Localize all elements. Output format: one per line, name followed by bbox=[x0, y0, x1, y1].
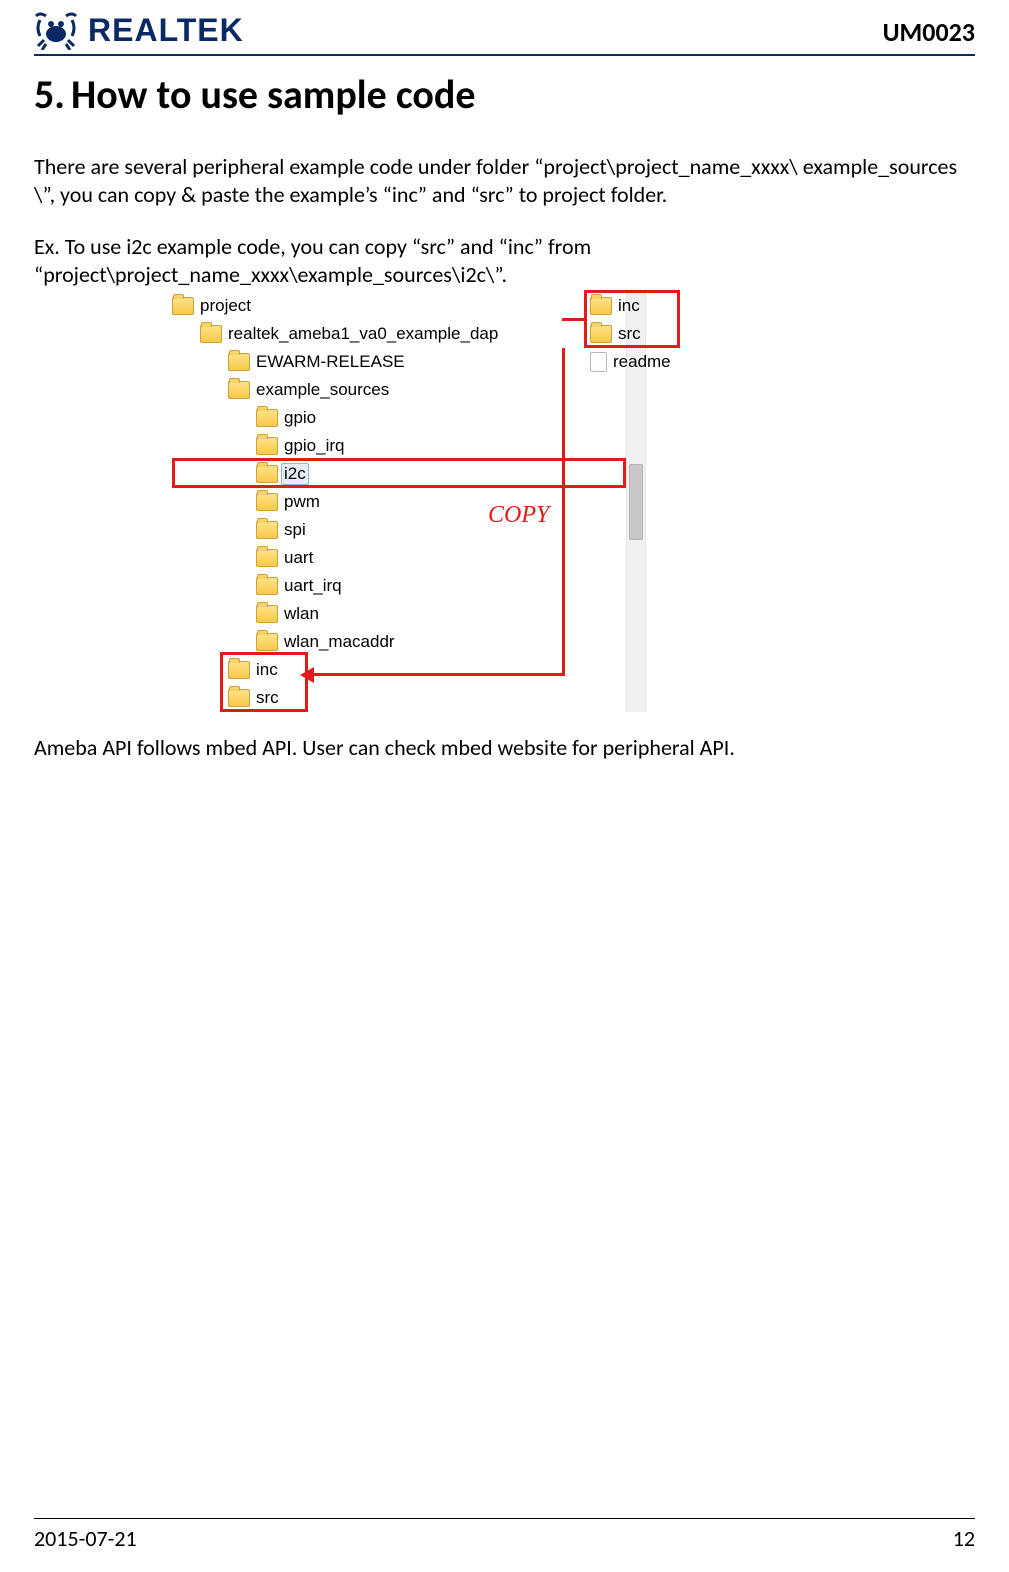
tree-node-project[interactable]: project bbox=[172, 292, 872, 320]
tree-node-dest-src[interactable]: src bbox=[172, 684, 872, 712]
file-icon bbox=[590, 352, 607, 372]
brand-text: REALTEK bbox=[88, 12, 244, 49]
folder-icon bbox=[256, 409, 278, 427]
page-footer: 2015-07-21 12 bbox=[34, 1518, 975, 1552]
tree-node-wlan[interactable]: wlan bbox=[172, 600, 872, 628]
tree-node-i2c[interactable]: i2c bbox=[172, 460, 872, 488]
document-page: REALTEK UM0023 5.How to use sample code … bbox=[0, 0, 1009, 1572]
tree-node-dest-inc[interactable]: inc bbox=[172, 656, 872, 684]
paragraph-1: There are several peripheral example cod… bbox=[34, 153, 975, 209]
tree-node-example-sources[interactable]: example_sources bbox=[172, 376, 872, 404]
tree-node-realtek[interactable]: realtek_ameba1_va0_example_dap bbox=[172, 320, 872, 348]
page-header: REALTEK UM0023 bbox=[34, 0, 975, 50]
folder-icon bbox=[256, 633, 278, 651]
folder-icon bbox=[590, 297, 612, 315]
paragraph-2: Ex. To use i2c example code, you can cop… bbox=[34, 233, 975, 289]
folder-icon bbox=[256, 437, 278, 455]
paragraph-3: Ameba API follows mbed API. User can che… bbox=[34, 734, 975, 762]
tree-node-gpio[interactable]: gpio bbox=[172, 404, 872, 432]
tree-node-wlan-macaddr[interactable]: wlan_macaddr bbox=[172, 628, 872, 656]
folder-icon bbox=[256, 465, 278, 483]
folder-icon bbox=[172, 297, 194, 315]
tree-node-uart[interactable]: uart bbox=[172, 544, 872, 572]
i2c-contents: inc src readme bbox=[590, 292, 720, 376]
folder-icon bbox=[590, 325, 612, 343]
folder-icon bbox=[228, 661, 250, 679]
folder-icon bbox=[228, 353, 250, 371]
footer-date: 2015-07-21 bbox=[34, 1525, 137, 1552]
explorer-figure: project realtek_ameba1_va0_example_dap E… bbox=[172, 292, 872, 712]
folder-icon bbox=[256, 549, 278, 567]
tree-node-gpio-irq[interactable]: gpio_irq bbox=[172, 432, 872, 460]
brand-block: REALTEK bbox=[34, 10, 244, 50]
realtek-crab-icon bbox=[34, 10, 78, 50]
section-title: How to use sample code bbox=[71, 70, 476, 119]
scrollbar-thumb[interactable] bbox=[629, 464, 643, 540]
src-file-readme[interactable]: readme bbox=[590, 348, 720, 376]
doc-id: UM0023 bbox=[883, 16, 975, 50]
header-rule bbox=[34, 54, 975, 56]
folder-icon bbox=[200, 325, 222, 343]
folder-icon bbox=[256, 577, 278, 595]
folder-icon bbox=[228, 381, 250, 399]
tree-node-uart-irq[interactable]: uart_irq bbox=[172, 572, 872, 600]
copy-label: COPY bbox=[488, 502, 549, 529]
footer-rule bbox=[34, 1518, 975, 1519]
section-number: 5. bbox=[34, 70, 65, 119]
red-arrowhead-icon bbox=[300, 667, 314, 683]
folder-icon bbox=[256, 493, 278, 511]
folder-icon bbox=[256, 521, 278, 539]
folder-icon bbox=[256, 605, 278, 623]
section-heading: 5.How to use sample code bbox=[34, 70, 975, 119]
footer-page-number: 12 bbox=[953, 1525, 975, 1552]
src-folder-inc[interactable]: inc bbox=[590, 292, 720, 320]
src-folder-src[interactable]: src bbox=[590, 320, 720, 348]
folder-icon bbox=[228, 689, 250, 707]
tree-node-ewarm[interactable]: EWARM-RELEASE bbox=[172, 348, 872, 376]
